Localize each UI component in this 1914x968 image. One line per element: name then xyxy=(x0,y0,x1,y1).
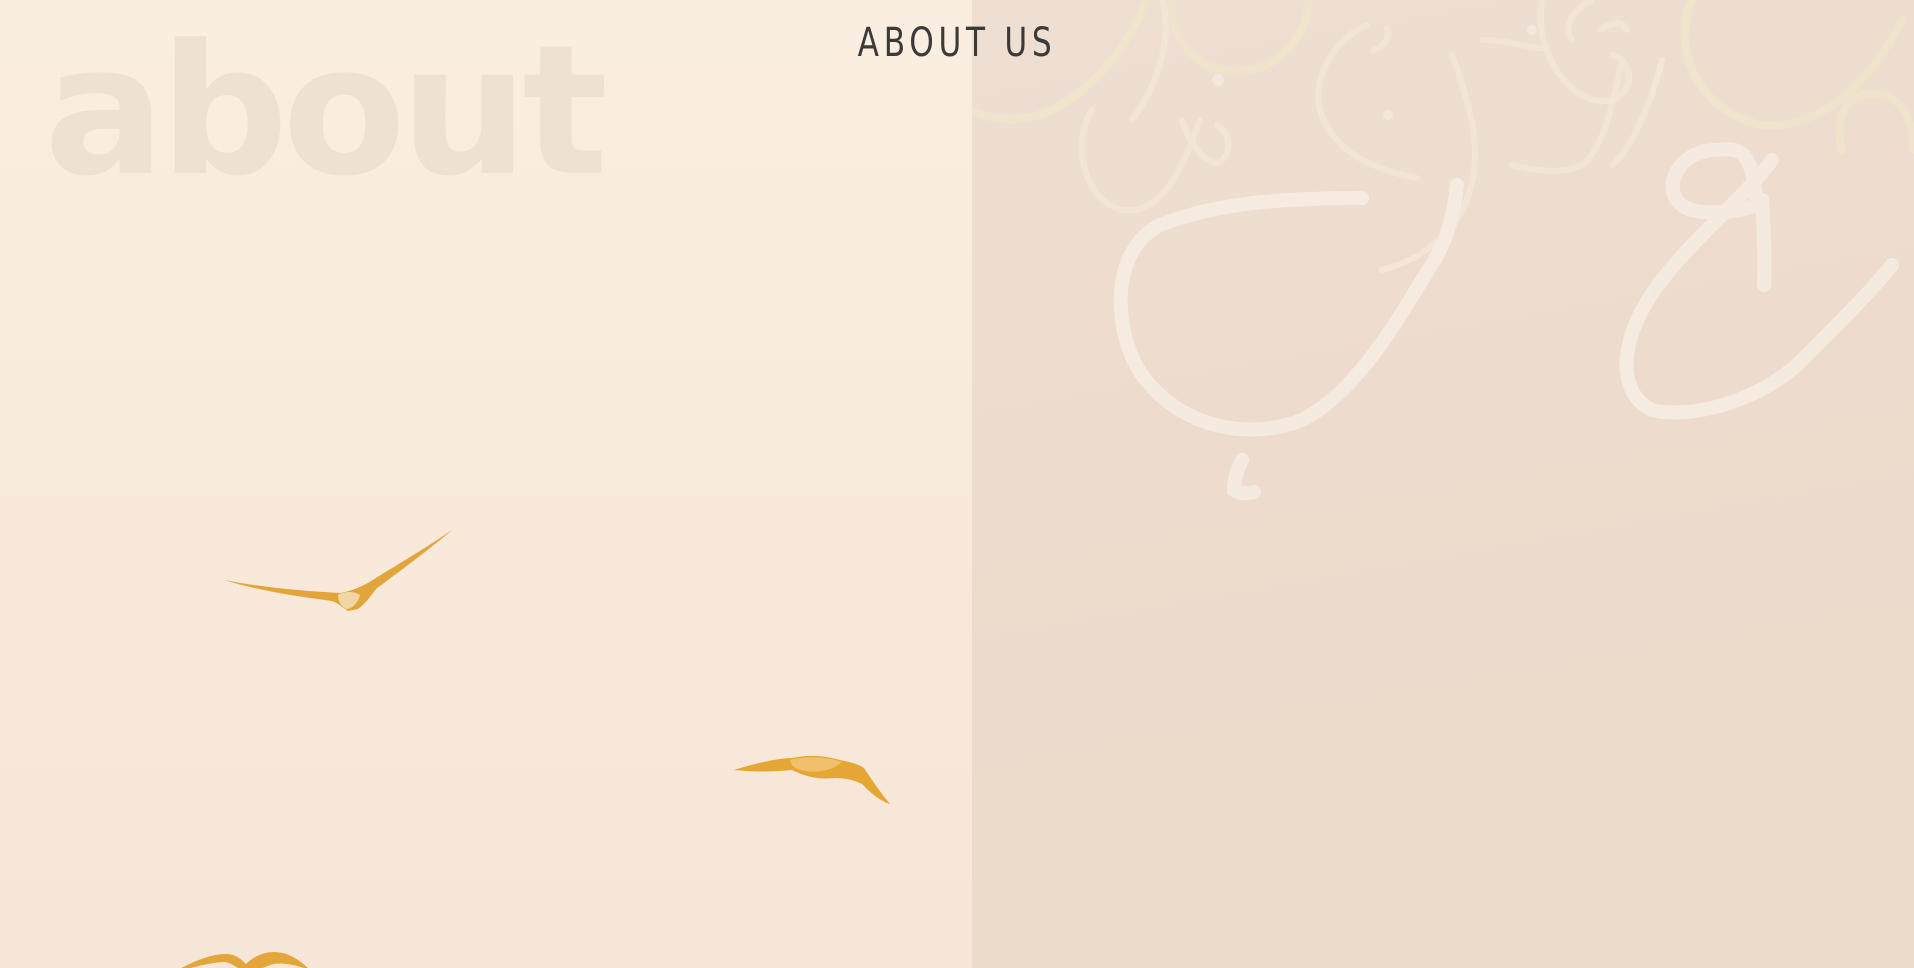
seagull-icon xyxy=(734,755,890,804)
arabic-calligraphy-icon xyxy=(972,0,1914,501)
about-section: about ABOUT US xyxy=(0,0,1914,968)
right-calligraphy-panel xyxy=(972,0,1914,968)
seagull-icon xyxy=(224,530,452,611)
page-title: ABOUT US xyxy=(857,20,1057,66)
left-photo-panel: about xyxy=(0,0,972,968)
seagull-icon xyxy=(181,952,308,968)
